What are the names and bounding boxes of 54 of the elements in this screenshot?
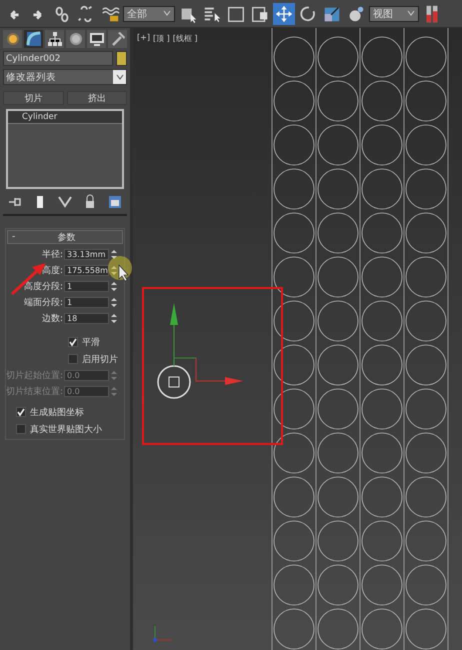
checkbox-label: 生成贴图坐标 (30, 406, 84, 418)
spinner-arrows-icon[interactable] (110, 248, 118, 260)
expander-sign: - (12, 232, 16, 242)
spinner-field[interactable]: 1 (64, 296, 109, 308)
panel-tab[interactable] (87, 30, 106, 48)
spinner-field[interactable]: 1 (64, 280, 109, 292)
axis-tripod-icon (153, 626, 174, 642)
modifier-button[interactable]: 挤出 (66, 91, 127, 105)
object-color-swatch[interactable] (116, 51, 127, 66)
caret-icon (407, 10, 415, 16)
spinner-field[interactable]: 33.13mm (64, 248, 109, 260)
field-label: 端面分段: (24, 296, 63, 308)
field-label: 切片结束位置: (6, 386, 64, 398)
checkbox[interactable] (16, 407, 26, 417)
checkbox[interactable] (68, 337, 78, 347)
checkbox-label: 平滑 (82, 336, 100, 348)
spinner-field[interactable]: 18 (64, 312, 109, 324)
caret-icon (116, 74, 124, 80)
dropdown[interactable]: 视图 (369, 6, 419, 22)
stack-item[interactable]: Cylinder (8, 111, 122, 124)
field-label: 高度: (42, 264, 63, 276)
caret-icon (163, 10, 171, 16)
spinner-arrows-icon[interactable] (110, 296, 118, 308)
bend-icon (24, 30, 42, 48)
checkbox[interactable] (16, 424, 26, 434)
checkbox-label: 真实世界贴图大小 (30, 424, 102, 436)
spinner-field[interactable]: 175.558m (64, 264, 109, 276)
cursor-icon (118, 264, 129, 282)
field-label: 半径: (42, 248, 63, 260)
configure-icon (106, 194, 123, 210)
rollout-header[interactable]: - 参数 (7, 230, 123, 244)
dropdown[interactable]: 全部 (123, 6, 175, 22)
panel-tab[interactable] (24, 30, 43, 48)
viewport-label[interactable]: [顶 ] (152, 33, 170, 44)
hierarchy-icon (46, 30, 64, 48)
tool-button[interactable] (273, 2, 295, 24)
field-label: 高度分段: (24, 280, 63, 292)
viewport-label[interactable]: [线框 ] (172, 33, 198, 44)
rollout-title: 参数 (56, 232, 77, 244)
field-label: 边数: (42, 312, 63, 324)
field-label: 切片起始位置: (6, 370, 64, 382)
spinner-arrows-icon[interactable] (110, 312, 118, 324)
object-name-field[interactable]: Cylinder002 (3, 51, 113, 66)
stack-tool-button[interactable] (106, 194, 123, 210)
monitor-icon (88, 30, 106, 48)
viewport-label[interactable]: [+] (137, 33, 150, 44)
checkbox-label: 启用切片 (82, 354, 118, 366)
modifier-button[interactable]: 切片 (3, 91, 64, 105)
checkbox[interactable] (68, 354, 78, 364)
modifier-list-dropdown[interactable]: 修改器列表 (3, 69, 127, 85)
move-icon (274, 4, 294, 24)
spinner-arrows-icon[interactable] (110, 280, 118, 292)
panel-tab[interactable] (45, 30, 64, 48)
rotate-icon (298, 4, 318, 24)
